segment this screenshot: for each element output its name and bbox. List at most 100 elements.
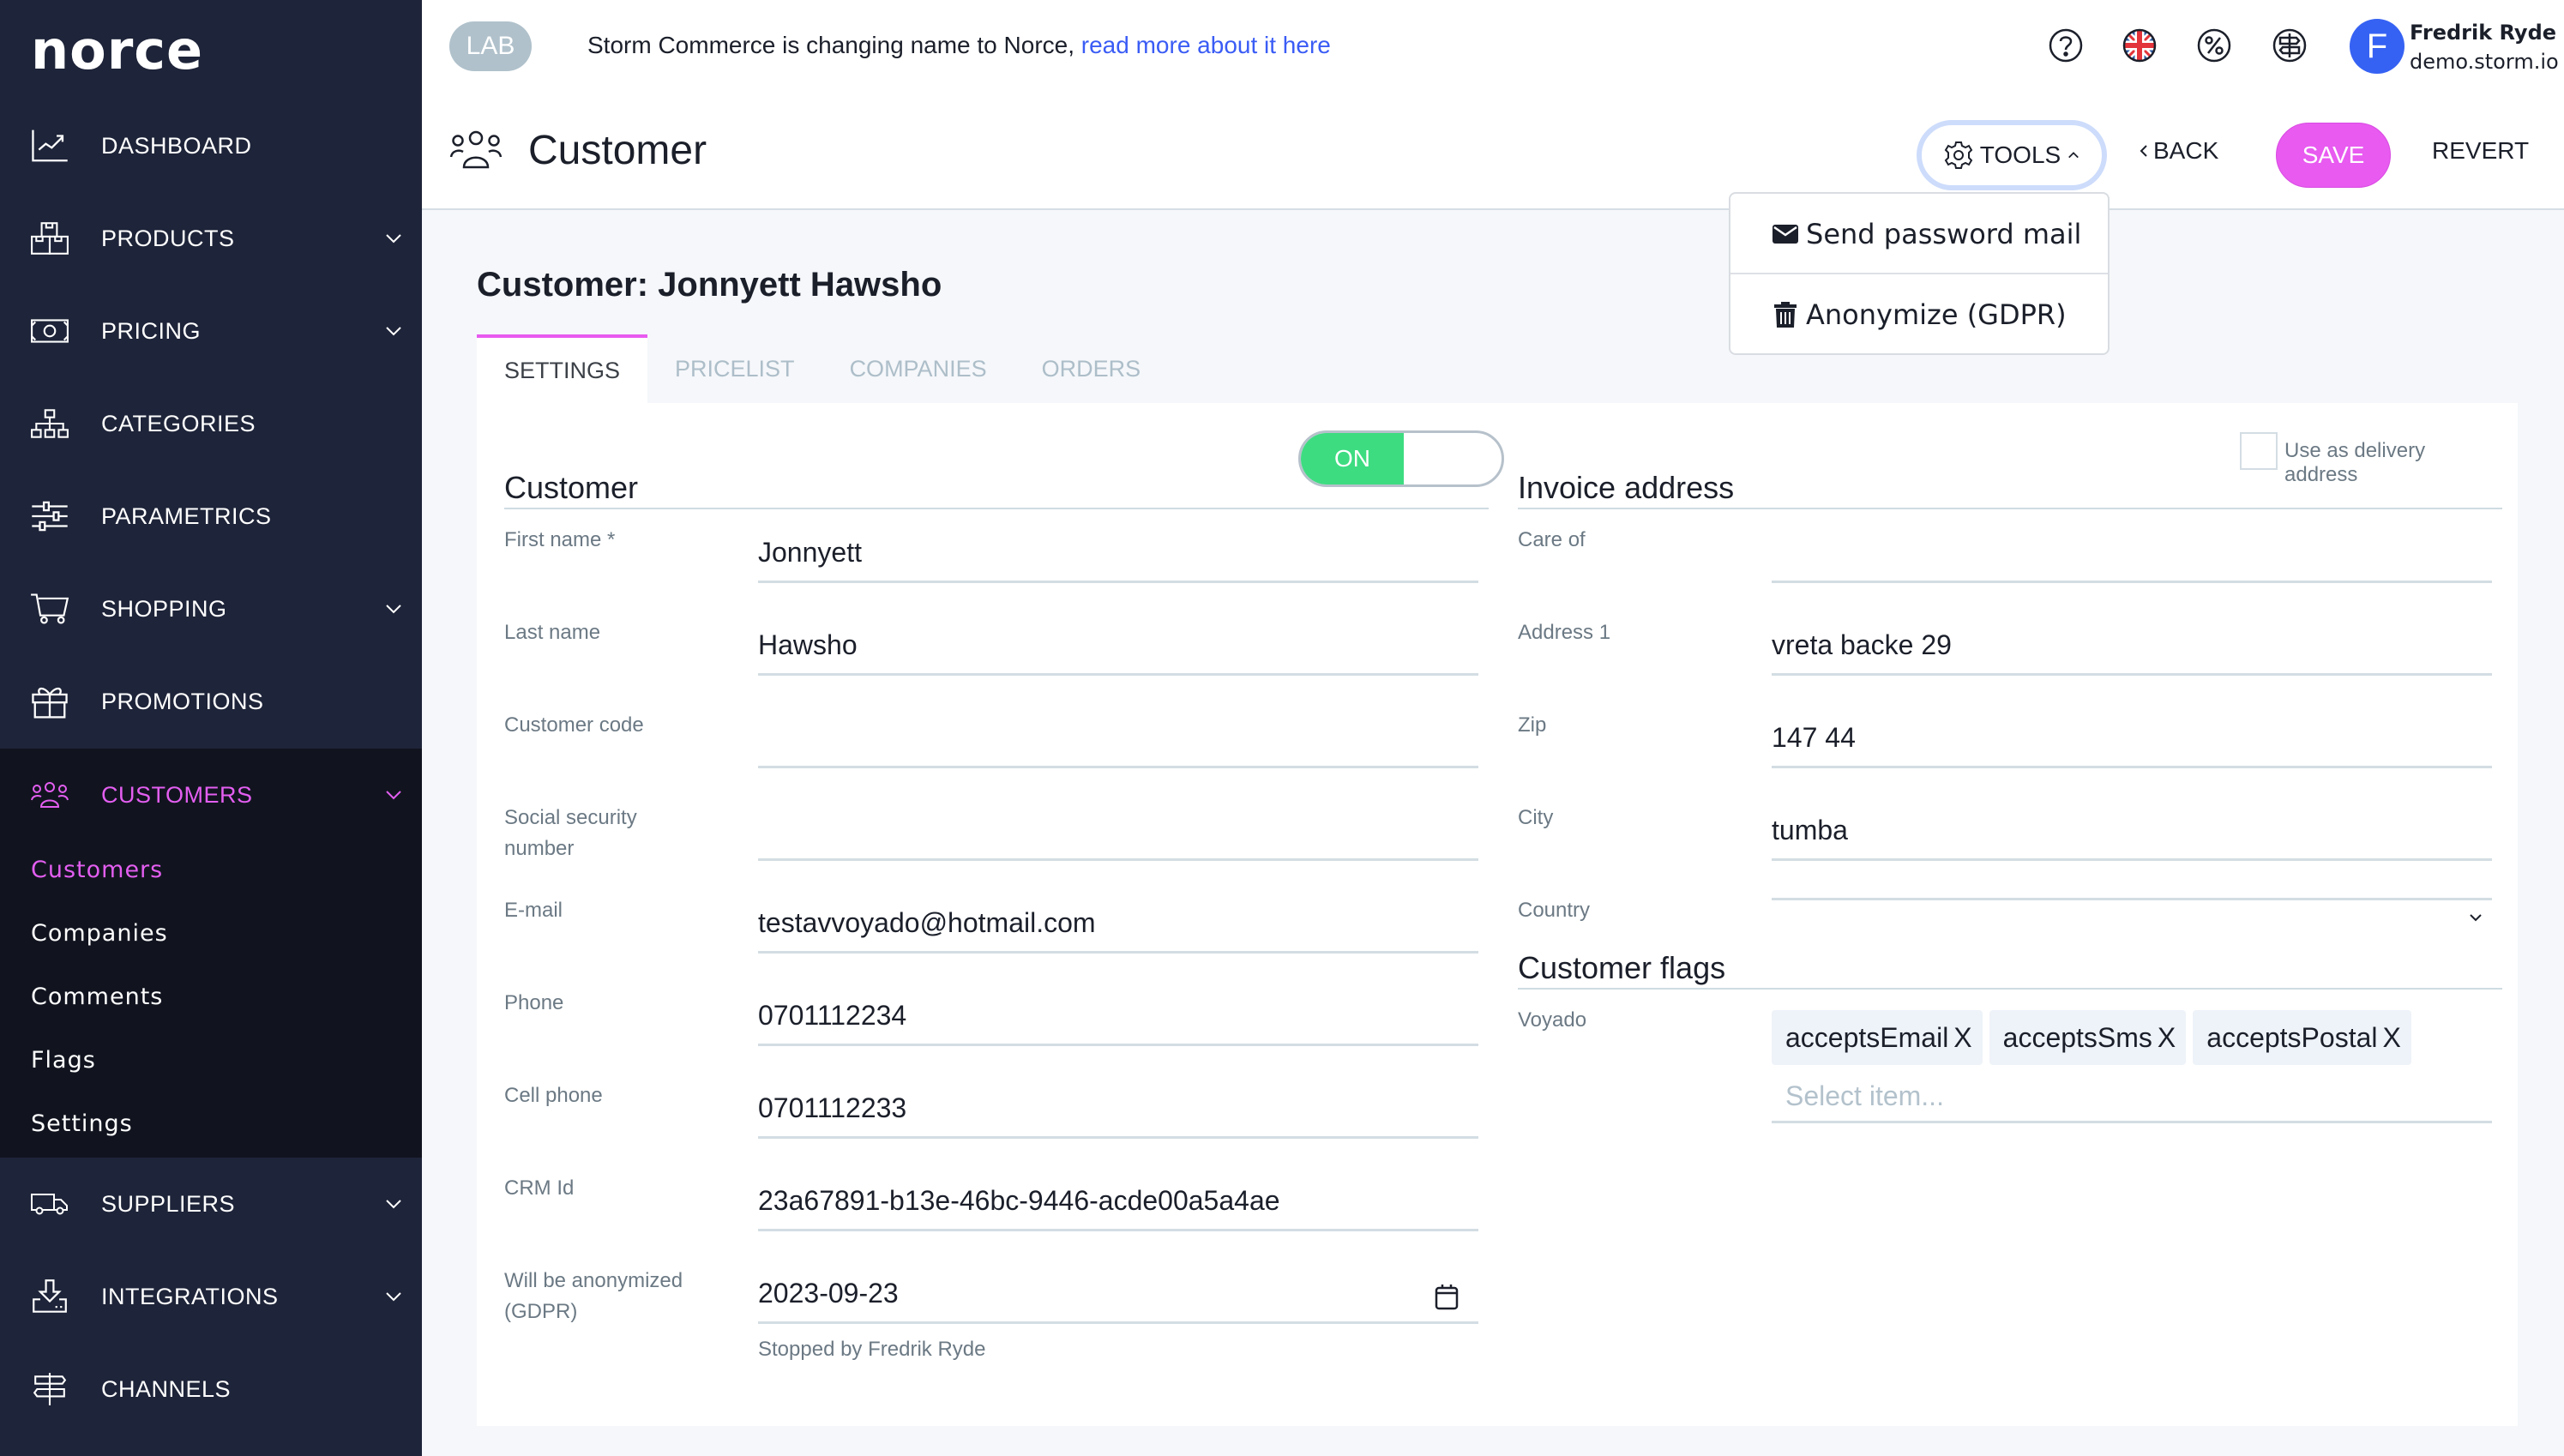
sidebar-subitem-settings[interactable]: Settings xyxy=(31,1110,133,1137)
calendar-icon[interactable] xyxy=(1434,1283,1460,1310)
page-header: Customer TOOLS BACK SAVE REVERT xyxy=(422,94,2564,210)
sidebar-subitem-flags[interactable]: Flags xyxy=(31,1047,96,1074)
sidebar: norce DASHBOARD PRODUCTS PRICING CATEGOR… xyxy=(0,0,422,1456)
signpost-icon[interactable] xyxy=(2272,28,2307,63)
boxes-icon xyxy=(29,220,70,257)
first-name-input[interactable]: Jonnyett xyxy=(758,523,1478,583)
chevron-up-icon xyxy=(2068,152,2079,159)
chevron-down-icon[interactable] xyxy=(384,232,403,244)
sidebar-item-dashboard[interactable]: DASHBOARD xyxy=(0,99,422,192)
users-icon xyxy=(449,130,503,169)
last-name-input[interactable]: Hawsho xyxy=(758,616,1478,676)
remove-tag-icon[interactable]: X xyxy=(2158,1022,2176,1054)
chevron-down-icon[interactable] xyxy=(384,325,403,337)
menu-item-label: Anonymize (GDPR) xyxy=(1806,298,2067,331)
back-label: BACK xyxy=(2153,137,2219,164)
chevron-down-icon[interactable] xyxy=(384,603,403,615)
save-button[interactable]: SAVE xyxy=(2276,123,2391,188)
tab-orders[interactable]: ORDERS xyxy=(1014,334,1169,403)
label-address-1: Address 1 xyxy=(1518,621,1611,644)
active-toggle[interactable]: ON xyxy=(1298,430,1504,487)
label-country: Country xyxy=(1518,899,1591,922)
use-as-delivery-checkbox[interactable] xyxy=(2240,432,2278,470)
flag-select-input[interactable]: Select item... xyxy=(1772,1072,2492,1123)
sidebar-item-integrations[interactable]: INTEGRATIONS xyxy=(0,1250,422,1343)
cell-phone-input[interactable]: 0701112233 xyxy=(758,1079,1478,1139)
menu-item-anonymize-gdpr[interactable]: Anonymize (GDPR) xyxy=(1730,274,2108,354)
sidebar-subitem-customers[interactable]: Customers xyxy=(31,857,163,883)
help-icon[interactable] xyxy=(2049,28,2083,63)
tab-bar: SETTINGS PRICELIST COMPANIES ORDERS xyxy=(477,334,1168,403)
tools-button[interactable]: TOOLS xyxy=(1917,120,2107,190)
sidebar-item-pricing[interactable]: PRICING xyxy=(0,285,422,377)
care-of-input[interactable] xyxy=(1772,523,2492,583)
section-title-invoice: Invoice address xyxy=(1518,470,1735,505)
sidebar-item-label: CATEGORIES xyxy=(101,410,256,436)
label-phone: Phone xyxy=(504,991,564,1014)
flag-tag: acceptsSms X xyxy=(1989,1010,2187,1065)
ssn-input[interactable] xyxy=(758,801,1478,861)
menu-item-send-password-mail[interactable]: Send password mail xyxy=(1730,194,2108,274)
tab-companies[interactable]: COMPANIES xyxy=(822,334,1014,403)
announcement-text: Storm Commerce is changing name to Norce… xyxy=(587,32,1074,58)
tab-pricelist[interactable]: PRICELIST xyxy=(647,334,822,403)
city-input[interactable]: tumba xyxy=(1772,801,2492,861)
inbox-download-icon xyxy=(29,1278,70,1315)
label-customer-code: Customer code xyxy=(504,713,644,737)
label-crm-id: CRM Id xyxy=(504,1176,575,1200)
hierarchy-icon xyxy=(29,405,70,442)
trash-icon xyxy=(1774,301,1797,328)
percent-icon[interactable] xyxy=(2197,28,2231,63)
avatar[interactable]: F xyxy=(2350,19,2405,74)
lab-badge: LAB xyxy=(449,21,532,71)
tools-menu: Send password mail Anonymize (GDPR) xyxy=(1729,192,2110,355)
chevron-down-icon[interactable] xyxy=(384,789,403,801)
envelope-icon xyxy=(1773,224,1798,244)
chevron-down-icon xyxy=(2470,914,2482,922)
crm-id-input[interactable]: 23a67891-b13e-46bc-9446-acde00a5a4ae xyxy=(758,1171,1478,1231)
chevron-down-icon[interactable] xyxy=(384,1198,403,1210)
zip-input[interactable]: 147 44 xyxy=(1772,708,2492,768)
sidebar-item-categories[interactable]: CATEGORIES xyxy=(0,377,422,470)
sidebar-item-promotions[interactable]: PROMOTIONS xyxy=(0,655,422,748)
sidebar-item-customers[interactable]: CUSTOMERS xyxy=(0,749,422,841)
sidebar-item-shopping[interactable]: SHOPPING xyxy=(0,563,422,655)
announcement-link[interactable]: read more about it here xyxy=(1081,32,1331,58)
sidebar-item-label: CHANNELS xyxy=(101,1375,232,1402)
signpost-icon xyxy=(29,1370,70,1408)
chevron-down-icon[interactable] xyxy=(384,1291,403,1303)
label-cell-phone: Cell phone xyxy=(504,1084,603,1107)
label-last-name: Last name xyxy=(504,621,601,644)
sidebar-item-label: SHOPPING xyxy=(101,595,227,622)
tab-settings[interactable]: SETTINGS xyxy=(477,334,648,403)
sidebar-item-label: PROMOTIONS xyxy=(101,688,264,714)
users-icon xyxy=(29,776,70,814)
uk-flag-icon[interactable] xyxy=(2122,28,2157,63)
sidebar-item-products[interactable]: PRODUCTS xyxy=(0,192,422,285)
back-button[interactable]: BACK xyxy=(2140,137,2218,165)
customer-code-input[interactable] xyxy=(758,708,1478,768)
sidebar-item-suppliers[interactable]: SUPPLIERS xyxy=(0,1158,422,1250)
gear-icon xyxy=(1944,141,1973,169)
phone-input[interactable]: 0701112234 xyxy=(758,986,1478,1046)
country-select[interactable] xyxy=(1772,866,2492,922)
remove-tag-icon[interactable]: X xyxy=(1953,1022,1971,1054)
address-1-input[interactable]: vreta backe 29 xyxy=(1772,616,2492,676)
label-email: E-mail xyxy=(504,899,563,922)
sidebar-subitem-companies[interactable]: Companies xyxy=(31,920,168,947)
norce-logo[interactable]: norce xyxy=(31,19,203,81)
user-name[interactable]: Fredrik Ryde xyxy=(2410,21,2556,45)
sidebar-subitem-comments[interactable]: Comments xyxy=(31,984,163,1010)
sliders-icon xyxy=(29,497,70,535)
revert-button[interactable]: REVERT xyxy=(2432,137,2529,165)
remove-tag-icon[interactable]: X xyxy=(2382,1022,2400,1054)
sidebar-item-parametrics[interactable]: PARAMETRICS xyxy=(0,470,422,563)
section-divider xyxy=(504,508,1489,509)
label-care-of: Care of xyxy=(1518,528,1586,551)
settings-card: ON Customer First name * Jonnyett Last n… xyxy=(477,403,2518,1426)
label-anonymize-date: Will be anonymized (GDPR) xyxy=(504,1269,683,1323)
sidebar-item-channels[interactable]: CHANNELS xyxy=(0,1343,422,1435)
anonymize-date-input[interactable]: 2023-09-23 xyxy=(758,1264,1478,1324)
email-input[interactable]: testavvoyado@hotmail.com xyxy=(758,893,1478,954)
label-ssn: Social security number xyxy=(504,806,637,860)
